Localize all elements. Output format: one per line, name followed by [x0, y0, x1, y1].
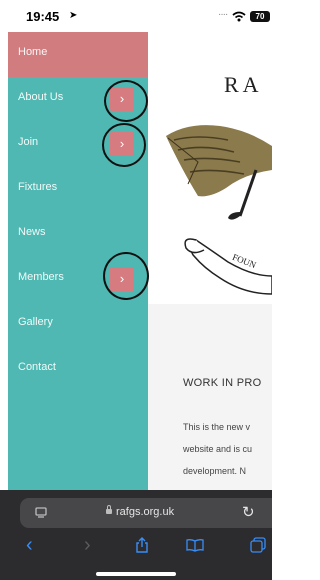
share-icon[interactable]	[134, 536, 150, 554]
menu-item-fixtures[interactable]: Fixtures	[8, 167, 148, 212]
reader-view-icon[interactable]	[34, 506, 48, 520]
url-display[interactable]: rafgs.org.uk	[106, 505, 175, 518]
expand-submenu-chevron-icon[interactable]: ›	[110, 132, 134, 156]
address-bar[interactable]: rafgs.org.uk ↻	[20, 498, 272, 528]
work-in-progress-section: WORK IN PRO This is the new v website an…	[148, 304, 272, 490]
paragraph-line: This is the new v	[183, 422, 251, 432]
logo-banner: RA FOUN	[148, 32, 272, 304]
menu-item-label: About Us	[18, 91, 64, 103]
menu-item-members[interactable]: Members ›	[8, 257, 148, 302]
menu-item-label: Gallery	[18, 316, 53, 328]
side-menu: Home About Us › Join › Fixtures News Mem…	[8, 32, 148, 490]
page-content: RA FOUN WORK IN PRO This is the new v we…	[148, 32, 272, 490]
reload-icon[interactable]: ↻	[242, 503, 255, 521]
url-text: rafgs.org.uk	[116, 506, 175, 518]
battery-icon: 70	[250, 11, 270, 22]
browser-toolbar: rafgs.org.uk ↻ ‹ ›	[0, 490, 272, 580]
logo-text: RA	[224, 72, 263, 97]
menu-item-label: News	[18, 226, 46, 238]
tabs-icon[interactable]	[250, 537, 266, 553]
expand-submenu-chevron-icon[interactable]: ›	[110, 87, 134, 111]
status-time: 19:45	[26, 9, 60, 24]
location-arrow-icon: ➤	[69, 10, 78, 21]
status-bar: 19:45 ➤ ···· 70	[0, 0, 272, 32]
menu-item-gallery[interactable]: Gallery	[8, 302, 148, 347]
menu-item-label: Members	[18, 271, 64, 283]
paragraph-line: website and is cu	[183, 444, 253, 454]
menu-item-label: Fixtures	[18, 181, 58, 193]
paragraph-line: development. N	[183, 466, 247, 476]
menu-item-label: Join	[18, 136, 39, 148]
menu-item-news[interactable]: News	[8, 212, 148, 257]
menu-item-label: Home	[18, 46, 48, 58]
signal-dots-icon: ····	[218, 9, 228, 20]
menu-item-join[interactable]: Join ›	[8, 122, 148, 167]
forward-icon[interactable]: ›	[84, 534, 91, 557]
lock-icon	[106, 505, 112, 514]
menu-item-label: Contact	[18, 361, 56, 373]
home-indicator[interactable]	[96, 572, 176, 576]
expand-submenu-chevron-icon[interactable]: ›	[110, 267, 134, 291]
wifi-icon	[232, 11, 246, 22]
menu-item-about-us[interactable]: About Us ›	[8, 77, 148, 122]
back-icon[interactable]: ‹	[26, 534, 33, 557]
intro-paragraph: This is the new v website and is cu deve…	[183, 416, 252, 482]
menu-item-contact[interactable]: Contact	[8, 347, 148, 392]
bookmarks-icon[interactable]	[186, 538, 204, 552]
menu-item-home[interactable]: Home	[8, 32, 148, 77]
section-heading: WORK IN PRO	[183, 377, 262, 389]
